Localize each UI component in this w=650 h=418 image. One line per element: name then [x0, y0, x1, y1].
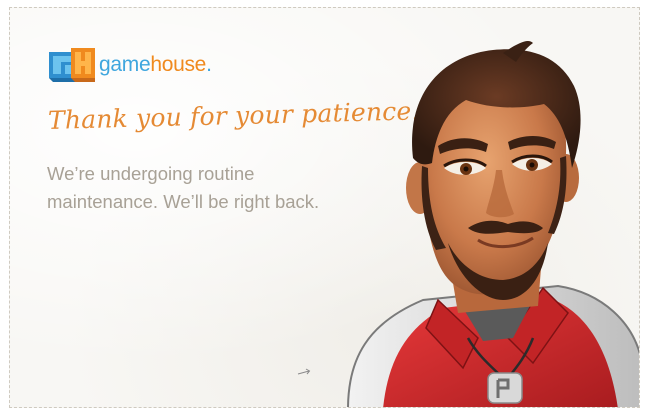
- mascot-illustration: [347, 41, 639, 407]
- wordmark-game: game: [99, 53, 151, 76]
- wordmark-house: house: [150, 53, 207, 76]
- maintenance-card: gamehouse. Thank you for your patience. …: [9, 7, 640, 408]
- gamehouse-logo[interactable]: gamehouse.: [49, 48, 212, 82]
- wordmark-dot: .: [206, 53, 212, 76]
- gamehouse-wordmark: gamehouse.: [99, 48, 212, 82]
- gamehouse-logo-icon: [49, 48, 95, 82]
- page-frame: gamehouse. Thank you for your patience. …: [0, 0, 650, 418]
- arrow-icon: [297, 368, 311, 375]
